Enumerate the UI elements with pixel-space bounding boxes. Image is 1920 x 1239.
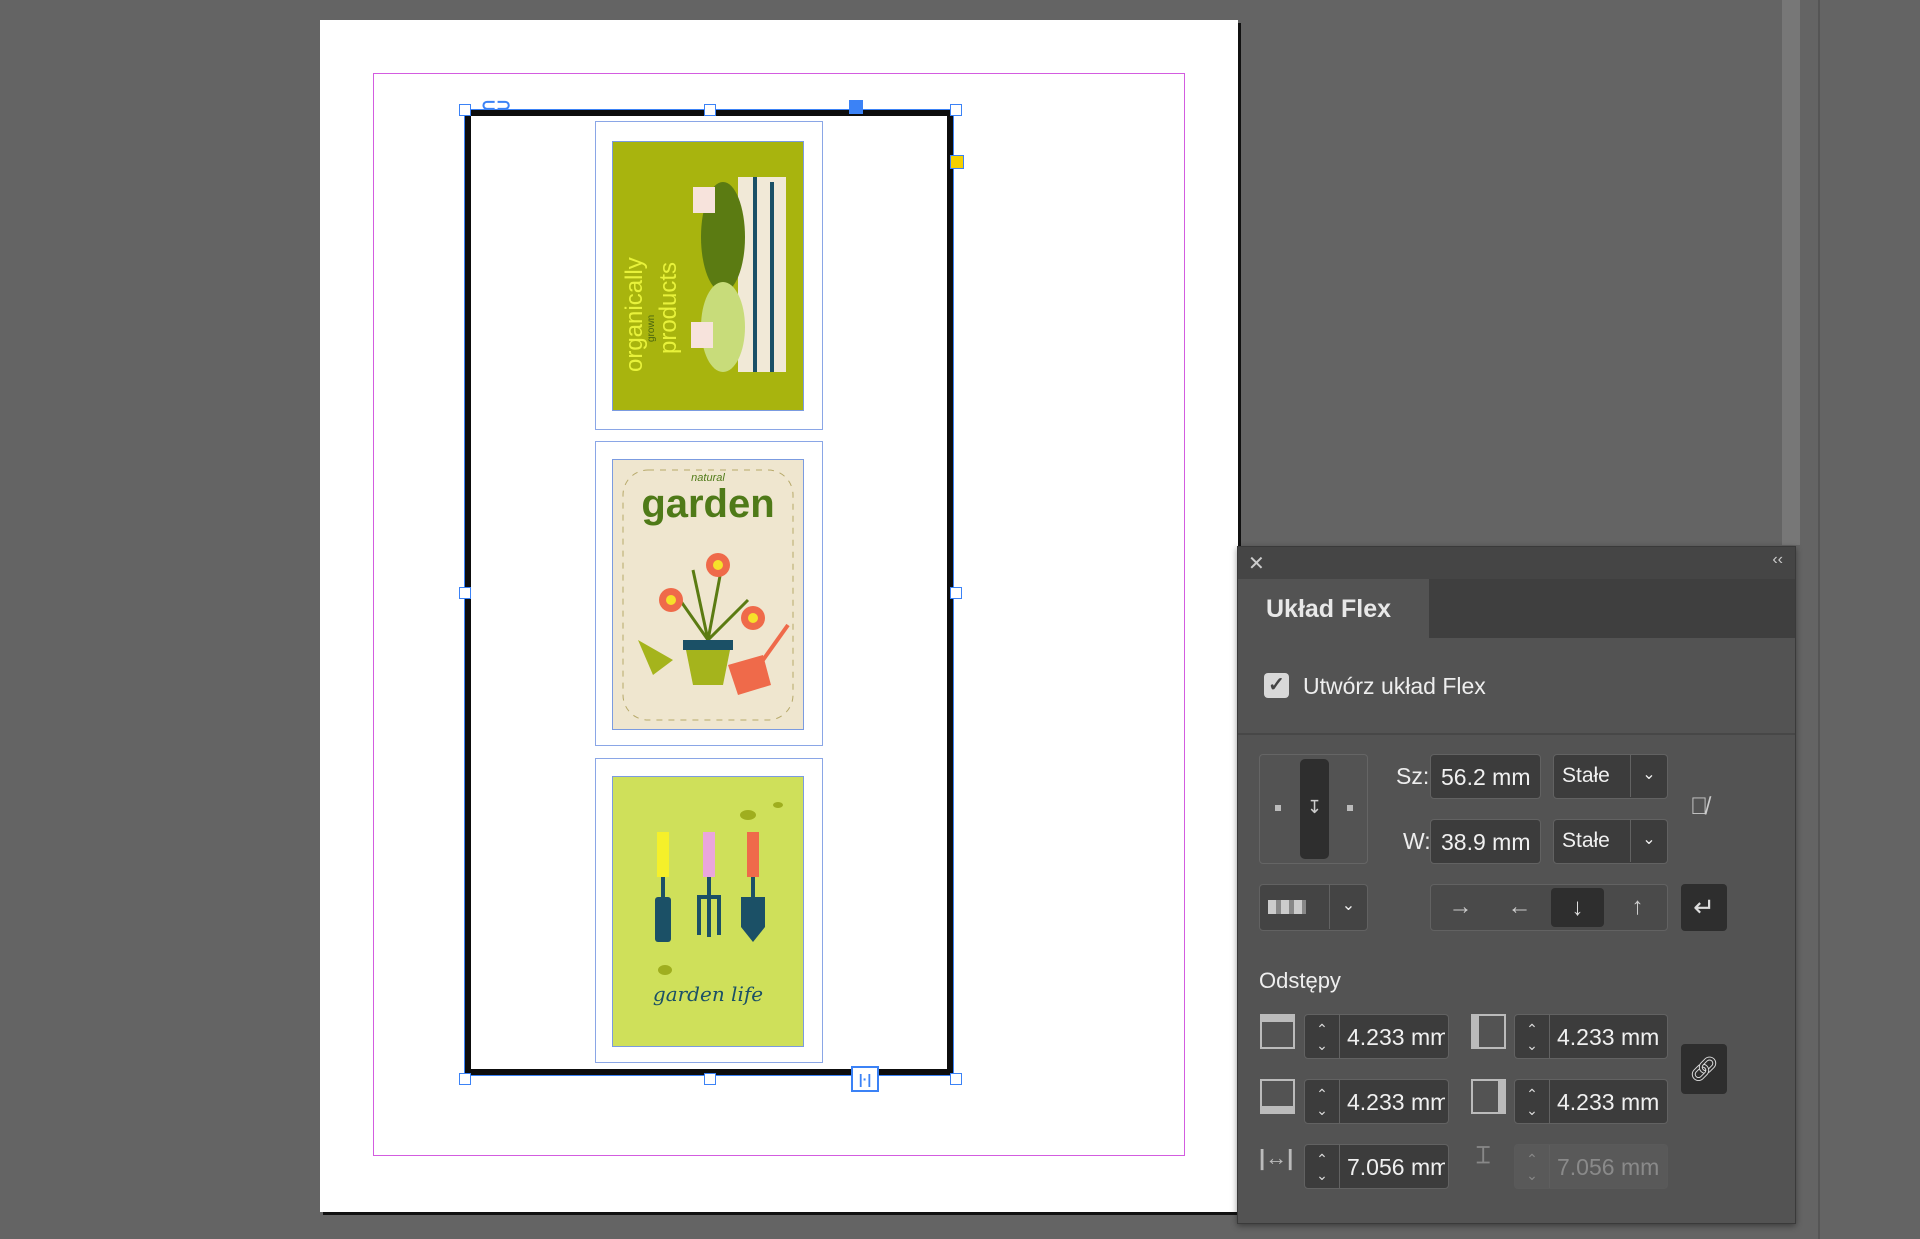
resize-handle-bottom[interactable] bbox=[704, 1073, 716, 1085]
horizontal-gap-input[interactable]: ⌃ ⌄ 7.056 mm bbox=[1304, 1144, 1449, 1189]
height-input[interactable]: 38.9 mm bbox=[1430, 819, 1541, 864]
flex-item-card-2[interactable]: natural garden bbox=[595, 441, 823, 746]
create-flex-label: Utwórz układ Flex bbox=[1303, 673, 1486, 699]
flex-item-card-3[interactable]: garden life bbox=[595, 758, 823, 1063]
create-flex-checkbox[interactable]: ✓ bbox=[1264, 673, 1289, 698]
divider bbox=[1238, 733, 1795, 735]
direction-left-arrow-icon[interactable]: ← bbox=[1490, 885, 1549, 929]
wrap-return-icon[interactable]: ↵ bbox=[1681, 884, 1727, 931]
width-mode-select[interactable]: Stałe ⌄ bbox=[1553, 754, 1668, 799]
direction-button-group: → ← ↓ ↑ bbox=[1430, 884, 1668, 931]
vertical-gap-icon: ⌶ bbox=[1476, 1142, 1491, 1169]
flex-layout-panel: ✕ ‹‹ Układ Flex ✓ Utwórz układ Flex ↧ Sz… bbox=[1237, 546, 1796, 1224]
card-title: organically bbox=[621, 257, 648, 372]
horizontal-gap-icon: |↔| bbox=[1259, 1145, 1294, 1170]
panel-tab-bar: Układ Flex bbox=[1238, 579, 1795, 638]
padding-left-icon bbox=[1471, 1014, 1506, 1049]
natural-garden-image: natural garden bbox=[612, 459, 804, 730]
padding-top-icon bbox=[1260, 1014, 1295, 1049]
unlink-dimensions-icon[interactable]: ⛓̸ bbox=[1690, 793, 1708, 821]
stepper-icon[interactable]: ⌃ ⌄ bbox=[1305, 1080, 1340, 1123]
align-center-arrow-icon[interactable]: ↧ bbox=[1300, 759, 1329, 859]
padding-bottom-input[interactable]: ⌃ ⌄ 4.233 mm bbox=[1304, 1079, 1449, 1124]
direction-up-arrow-icon[interactable]: ↑ bbox=[1608, 885, 1667, 929]
vertical-gap-input-disabled: ⌃ ⌄ 7.056 mm bbox=[1514, 1144, 1668, 1189]
garden-life-image: garden life bbox=[612, 776, 804, 1047]
align-right-dot[interactable] bbox=[1347, 805, 1353, 811]
collapse-panel-button[interactable]: ‹‹ bbox=[1772, 551, 1783, 569]
direction-right-arrow-icon[interactable]: → bbox=[1431, 885, 1490, 929]
padding-bottom-icon bbox=[1260, 1079, 1295, 1114]
resize-handle-top-right[interactable] bbox=[950, 104, 962, 116]
height-mode-select[interactable]: Stałe ⌄ bbox=[1553, 819, 1668, 864]
stepper-icon[interactable]: ⌃ ⌄ bbox=[1305, 1015, 1340, 1058]
align-left-dot[interactable] bbox=[1275, 805, 1281, 811]
stepper-icon[interactable]: ⌃ ⌄ bbox=[1515, 1080, 1550, 1123]
gap-handle-icon[interactable]: |·| bbox=[851, 1066, 879, 1092]
card-title: garden life bbox=[652, 982, 764, 1006]
direction-down-arrow-icon[interactable]: ↓ bbox=[1551, 888, 1604, 927]
stepper-icon[interactable]: ⌃ ⌄ bbox=[1515, 1015, 1550, 1058]
resize-handle-top[interactable] bbox=[704, 104, 716, 116]
padding-right-icon bbox=[1471, 1079, 1506, 1114]
resize-handle-left[interactable] bbox=[459, 587, 471, 599]
alignment-widget[interactable]: ↧ bbox=[1259, 754, 1368, 864]
link-padding-icon[interactable]: 🔗︎ bbox=[1681, 1044, 1727, 1094]
close-icon[interactable]: ✕ bbox=[1248, 551, 1265, 576]
card-title-2: products bbox=[655, 261, 682, 354]
padding-left-input[interactable]: ⌃ ⌄ 4.233 mm bbox=[1514, 1014, 1668, 1059]
dock-divider bbox=[1818, 0, 1820, 1239]
width-label: Sz: bbox=[1396, 763, 1430, 789]
padding-top-input[interactable]: ⌃ ⌄ 4.233 mm bbox=[1304, 1014, 1449, 1059]
padding-right-input[interactable]: ⌃ ⌄ 4.233 mm bbox=[1514, 1079, 1668, 1124]
flex-item-card-1[interactable]: organically grown products bbox=[595, 121, 823, 430]
stepper-icon: ⌃ ⌄ bbox=[1515, 1145, 1550, 1188]
distribution-icon bbox=[1268, 900, 1306, 914]
wrap-mode-select[interactable]: ⌄ bbox=[1259, 884, 1368, 931]
dock-scrollbar[interactable] bbox=[1782, 0, 1800, 545]
chevron-down-icon[interactable]: ⌄ bbox=[1630, 755, 1667, 797]
panel-titlebar[interactable]: ✕ ‹‹ bbox=[1238, 547, 1795, 579]
height-label: W: bbox=[1403, 828, 1431, 854]
live-corner-handle[interactable] bbox=[950, 155, 964, 169]
chevron-down-icon[interactable]: ⌄ bbox=[1329, 885, 1367, 929]
resize-handle-right[interactable] bbox=[950, 587, 962, 599]
resize-handle-bottom-left[interactable] bbox=[459, 1073, 471, 1085]
tab-flex-layout[interactable]: Układ Flex bbox=[1238, 579, 1429, 638]
organically-products-image: organically grown products bbox=[612, 141, 804, 411]
chain-link-icon[interactable]: ⊂⊃ bbox=[481, 96, 511, 114]
resize-handle-top-left[interactable] bbox=[459, 104, 471, 116]
flex-handle[interactable] bbox=[849, 100, 863, 114]
chevron-down-icon[interactable]: ⌄ bbox=[1630, 820, 1667, 862]
resize-handle-bottom-right[interactable] bbox=[950, 1073, 962, 1085]
stepper-icon[interactable]: ⌃ ⌄ bbox=[1305, 1145, 1340, 1188]
width-input[interactable]: 56.2 mm bbox=[1430, 754, 1541, 799]
spacing-heading: Odstępy bbox=[1259, 968, 1341, 993]
